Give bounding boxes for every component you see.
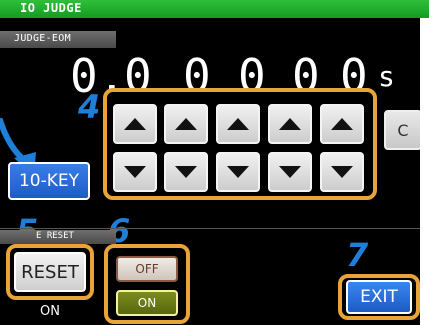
triangle-up-icon xyxy=(279,118,301,130)
section-tab-label: JUDGE-EOM xyxy=(14,33,71,44)
reset-state-label: ON xyxy=(40,304,60,319)
section-tab: JUDGE-EOM xyxy=(0,31,116,48)
tenkey-button[interactable]: 10-KEY xyxy=(8,162,90,200)
reset-section-label: E RESET xyxy=(36,231,74,241)
triangle-down-icon xyxy=(227,166,249,178)
triangle-down-icon xyxy=(279,166,301,178)
triangle-up-icon xyxy=(331,118,353,130)
digit-2-down-button[interactable] xyxy=(113,152,157,192)
reset-button[interactable]: RESET xyxy=(14,252,86,292)
triangle-up-icon xyxy=(227,118,249,130)
unit-label: s xyxy=(378,60,395,93)
title-bar: IO JUDGE xyxy=(0,0,429,18)
digit-5-down-button[interactable] xyxy=(268,152,312,192)
callout-number-4: 4 xyxy=(78,88,101,126)
triangle-down-icon xyxy=(124,166,146,178)
callout-number-7: 7 xyxy=(346,236,369,274)
triangle-up-icon xyxy=(175,118,197,130)
digit-3-up-button[interactable] xyxy=(164,104,208,144)
triangle-down-icon xyxy=(331,166,353,178)
exit-button[interactable]: EXIT xyxy=(346,280,412,314)
triangle-down-icon xyxy=(175,166,197,178)
digit-6-up-button[interactable] xyxy=(320,104,364,144)
window-title: IO JUDGE xyxy=(20,1,82,15)
off-button[interactable]: OFF xyxy=(116,256,178,282)
triangle-up-icon xyxy=(124,118,146,130)
digit-4-down-button[interactable] xyxy=(216,152,260,192)
digit-4-up-button[interactable] xyxy=(216,104,260,144)
digit-5-up-button[interactable] xyxy=(268,104,312,144)
digit-6-down-button[interactable] xyxy=(320,152,364,192)
right-edge xyxy=(420,18,429,325)
digit-2-up-button[interactable] xyxy=(113,104,157,144)
digit-3-down-button[interactable] xyxy=(164,152,208,192)
clear-button[interactable]: C xyxy=(384,110,422,150)
on-button[interactable]: ON xyxy=(116,290,178,316)
reset-section-tab: E RESET xyxy=(0,230,116,244)
section-divider xyxy=(0,228,429,229)
